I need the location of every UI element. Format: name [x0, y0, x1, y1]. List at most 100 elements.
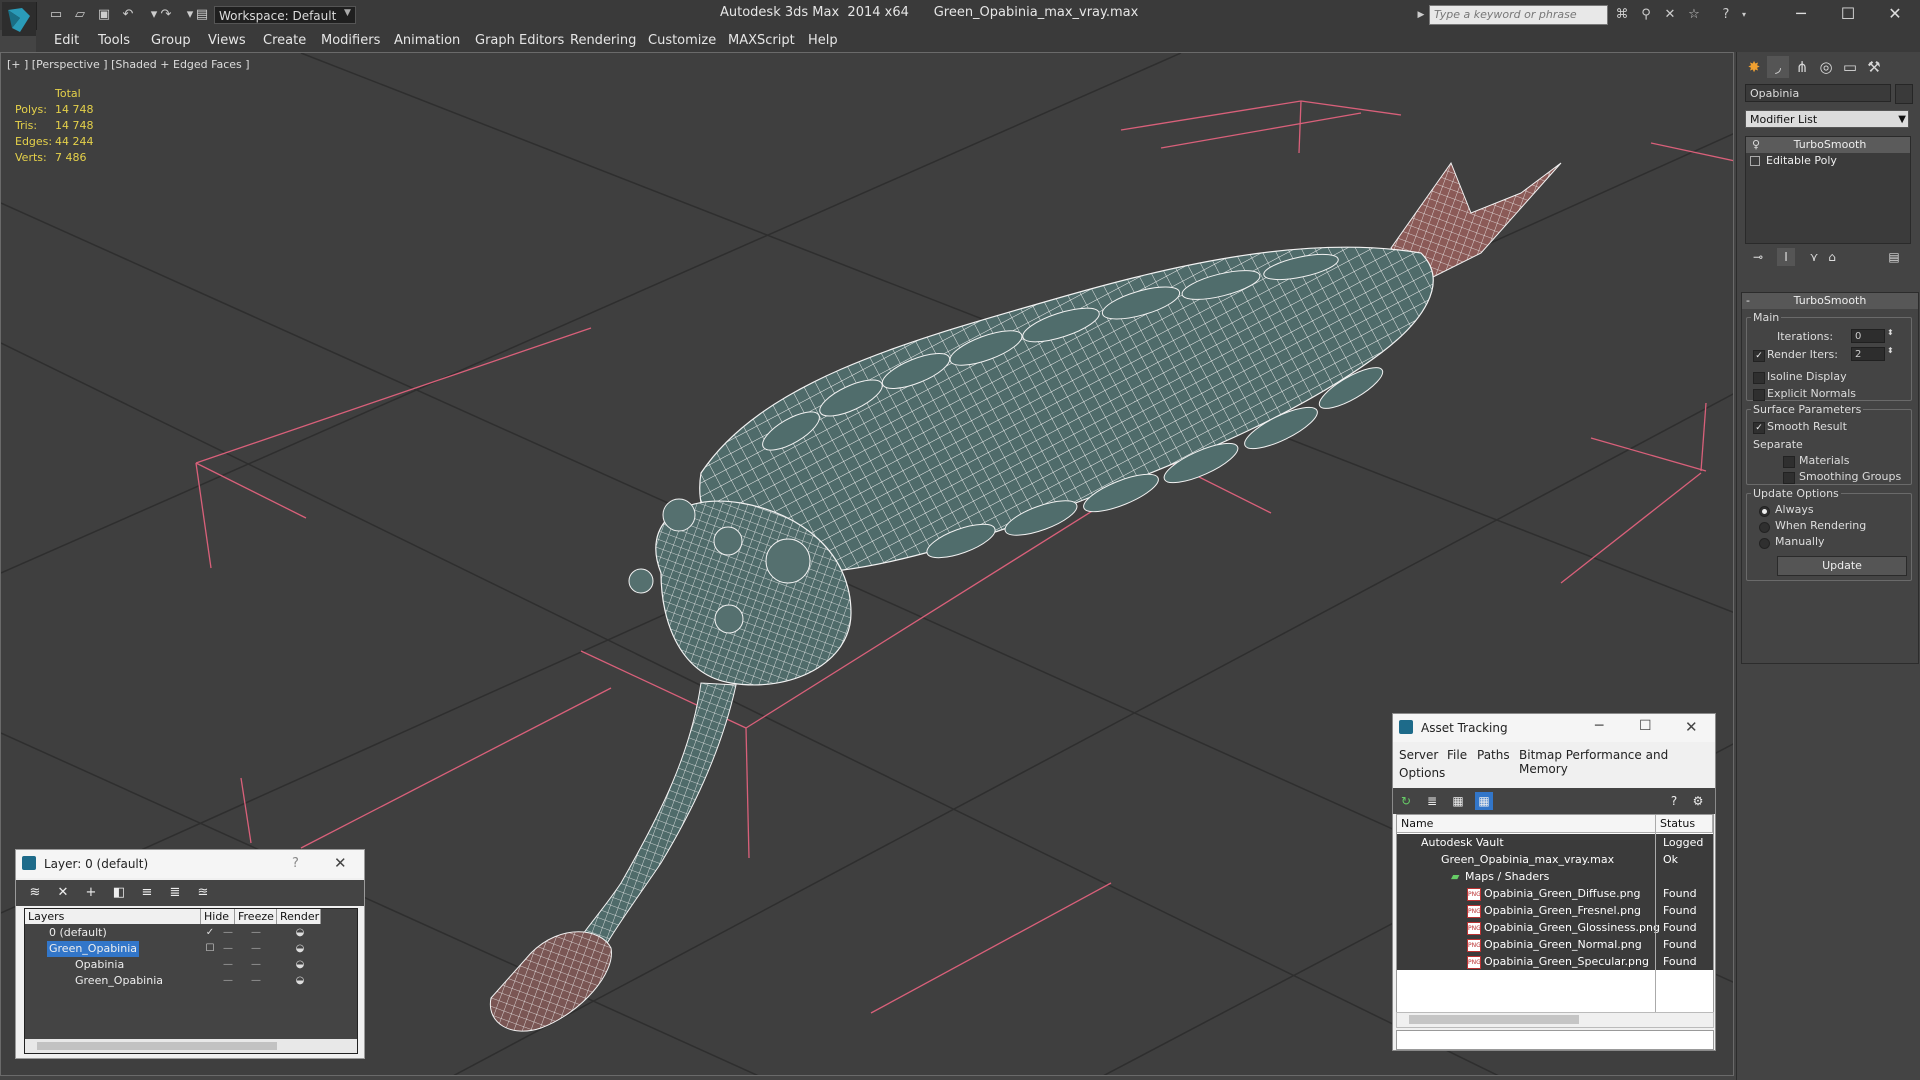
utilities-tab-icon[interactable]: ⚒: [1863, 56, 1885, 78]
app-logo-icon[interactable]: [2, 2, 37, 36]
lightbulb-icon[interactable]: ♀: [1752, 137, 1760, 153]
freeze-toggle[interactable]: —: [249, 941, 263, 957]
menu-edit[interactable]: Edit: [54, 33, 79, 48]
stack-item-editable-poly[interactable]: Editable Poly: [1746, 153, 1910, 169]
maximize-icon[interactable]: ☐: [1639, 718, 1652, 734]
maximize-icon[interactable]: ☐: [1826, 2, 1870, 26]
favorites-star-icon[interactable]: ☆: [1686, 7, 1702, 23]
asset-row[interactable]: PNG Opabinia_Green_Diffuse.png Found: [1397, 885, 1713, 902]
context-help-icon[interactable]: ⚙: [1689, 792, 1707, 810]
render-teapot-icon[interactable]: ◒: [293, 925, 307, 941]
collapse-icon[interactable]: -: [1746, 293, 1750, 309]
freeze-toggle[interactable]: —: [249, 957, 263, 973]
render-teapot-icon[interactable]: ◒: [293, 957, 307, 973]
render-teapot-icon[interactable]: ◒: [293, 973, 307, 989]
create-layer-icon[interactable]: ≋: [26, 884, 44, 902]
object-name-field[interactable]: Opabinia: [1745, 84, 1891, 102]
menu-animation[interactable]: Animation: [394, 33, 460, 48]
col-freeze[interactable]: Freeze: [235, 909, 277, 924]
delete-layer-icon[interactable]: ✕: [54, 884, 72, 902]
layer-row[interactable]: 0 (default) ✓ — — ◒: [25, 925, 357, 941]
modifier-list-dropdown[interactable]: Modifier List ▼: [1745, 110, 1909, 128]
scrollbar-thumb[interactable]: [1409, 1015, 1579, 1024]
freeze-all-icon[interactable]: ≊: [194, 884, 212, 902]
menu-customize[interactable]: Customize: [648, 33, 716, 48]
freeze-toggle[interactable]: —: [249, 925, 263, 941]
render-teapot-icon[interactable]: ◒: [293, 941, 307, 957]
menu-rendering[interactable]: Rendering: [570, 33, 636, 48]
communication-icon[interactable]: ✕: [1662, 7, 1678, 23]
asset-row[interactable]: Autodesk Vault Logged O: [1397, 834, 1713, 866]
help-icon[interactable]: ?: [1718, 7, 1734, 23]
table-view-icon[interactable]: ▦: [1475, 792, 1493, 810]
iterations-spinner[interactable]: 0: [1851, 329, 1885, 343]
hide-toggle[interactable]: —: [221, 973, 235, 989]
configure-modifier-sets-icon[interactable]: ▤: [1885, 248, 1903, 266]
search-input[interactable]: Type a keyword or phrase: [1429, 5, 1608, 25]
layer-dialog-titlebar[interactable]: Layer: 0 (default) ? ✕: [16, 850, 364, 878]
current-layer-check-icon[interactable]: ✓: [203, 925, 217, 941]
asset-row[interactable]: ▰ Maps / Shaders: [1397, 868, 1713, 885]
close-icon[interactable]: ✕: [334, 854, 347, 872]
pin-stack-icon[interactable]: ⊸: [1749, 248, 1767, 266]
list-view-icon[interactable]: ≣: [1423, 792, 1441, 810]
menu-help[interactable]: Help: [808, 33, 838, 48]
make-unique-icon[interactable]: ⋎: [1805, 248, 1823, 266]
asset-path-field[interactable]: [1396, 1030, 1714, 1050]
perspective-viewport[interactable]: [+ ] [Perspective ] [Shaded + Edged Face…: [0, 52, 1734, 1076]
object-color-swatch[interactable]: [1895, 84, 1913, 104]
asset-dialog-titlebar[interactable]: Asset Tracking ─ ☐ ✕: [1393, 714, 1715, 742]
undo-icon[interactable]: ↶: [120, 7, 136, 23]
manually-radio[interactable]: [1759, 538, 1770, 549]
remove-modifier-icon[interactable]: ⌂: [1823, 248, 1841, 266]
menu-maxscript[interactable]: MAXScript: [728, 33, 795, 48]
hide-all-icon[interactable]: ≣: [166, 884, 184, 902]
viewport-label[interactable]: [+ ] [Perspective ] [Shaded + Edged Face…: [7, 58, 250, 71]
asset-row[interactable]: PNG Opabinia_Green_Specular.png Found: [1397, 953, 1713, 970]
save-icon[interactable]: ▣: [96, 7, 112, 23]
isoline-checkbox[interactable]: [1753, 372, 1765, 384]
current-layer-box-icon[interactable]: ☐: [203, 941, 217, 957]
chevron-down-icon[interactable]: ▼: [1898, 111, 1906, 129]
workspace-dropdown[interactable]: Workspace: Default: [214, 6, 356, 24]
subscription-icon[interactable]: ⚲: [1638, 7, 1654, 23]
spinner-arrows-icon[interactable]: ⬍: [1887, 328, 1894, 337]
add-to-layer-icon[interactable]: +: [82, 884, 100, 902]
close-icon[interactable]: ✕: [1685, 718, 1698, 736]
menu-bitmap-performance[interactable]: Bitmap Performance and Memory: [1519, 748, 1715, 776]
redo-icon[interactable]: ↷: [158, 7, 174, 23]
menu-paths[interactable]: Paths: [1477, 748, 1510, 762]
hide-toggle[interactable]: —: [221, 941, 235, 957]
menu-views[interactable]: Views: [208, 33, 246, 48]
modify-tab-icon[interactable]: ◞: [1767, 56, 1789, 78]
layer-row[interactable]: Green_Opabinia — — ◒: [25, 973, 357, 989]
help-dropdown-icon[interactable]: ▾: [1736, 7, 1752, 23]
col-render[interactable]: Render: [277, 909, 321, 924]
asset-row[interactable]: Green_Opabinia_max_vray.max Ok: [1397, 851, 1713, 868]
horizontal-scrollbar[interactable]: [1396, 1012, 1714, 1028]
create-tab-icon[interactable]: ✸: [1743, 56, 1765, 78]
update-button[interactable]: Update: [1777, 556, 1907, 576]
minimize-icon[interactable]: ─: [1595, 718, 1603, 734]
open-file-icon[interactable]: ▱: [72, 7, 88, 23]
close-icon[interactable]: ✕: [1873, 2, 1917, 26]
select-layer-icon[interactable]: ≡: [138, 884, 156, 902]
render-iters-checkbox[interactable]: ✓: [1753, 350, 1765, 362]
menu-create[interactable]: Create: [263, 33, 306, 48]
refresh-icon[interactable]: ↻: [1397, 792, 1415, 810]
asset-row[interactable]: PNG Opabinia_Green_Glossiness.png Found: [1397, 919, 1713, 936]
menu-tools[interactable]: Tools: [98, 33, 130, 48]
project-folder-icon[interactable]: ▤: [194, 7, 210, 23]
when-rendering-radio[interactable]: [1759, 522, 1770, 533]
freeze-toggle[interactable]: —: [249, 973, 263, 989]
hide-toggle[interactable]: —: [221, 957, 235, 973]
smooth-result-checkbox[interactable]: ✓: [1753, 422, 1765, 434]
show-end-result-icon[interactable]: Ⅰ: [1777, 248, 1795, 266]
hide-toggle[interactable]: —: [221, 925, 235, 941]
render-iters-spinner[interactable]: 2: [1851, 347, 1885, 361]
display-tab-icon[interactable]: ▭: [1839, 56, 1861, 78]
expand-box-icon[interactable]: [1750, 156, 1760, 166]
menu-options[interactable]: Options: [1399, 766, 1445, 780]
spinner-arrows-icon[interactable]: ⬍: [1887, 346, 1894, 355]
always-radio[interactable]: [1759, 506, 1770, 517]
